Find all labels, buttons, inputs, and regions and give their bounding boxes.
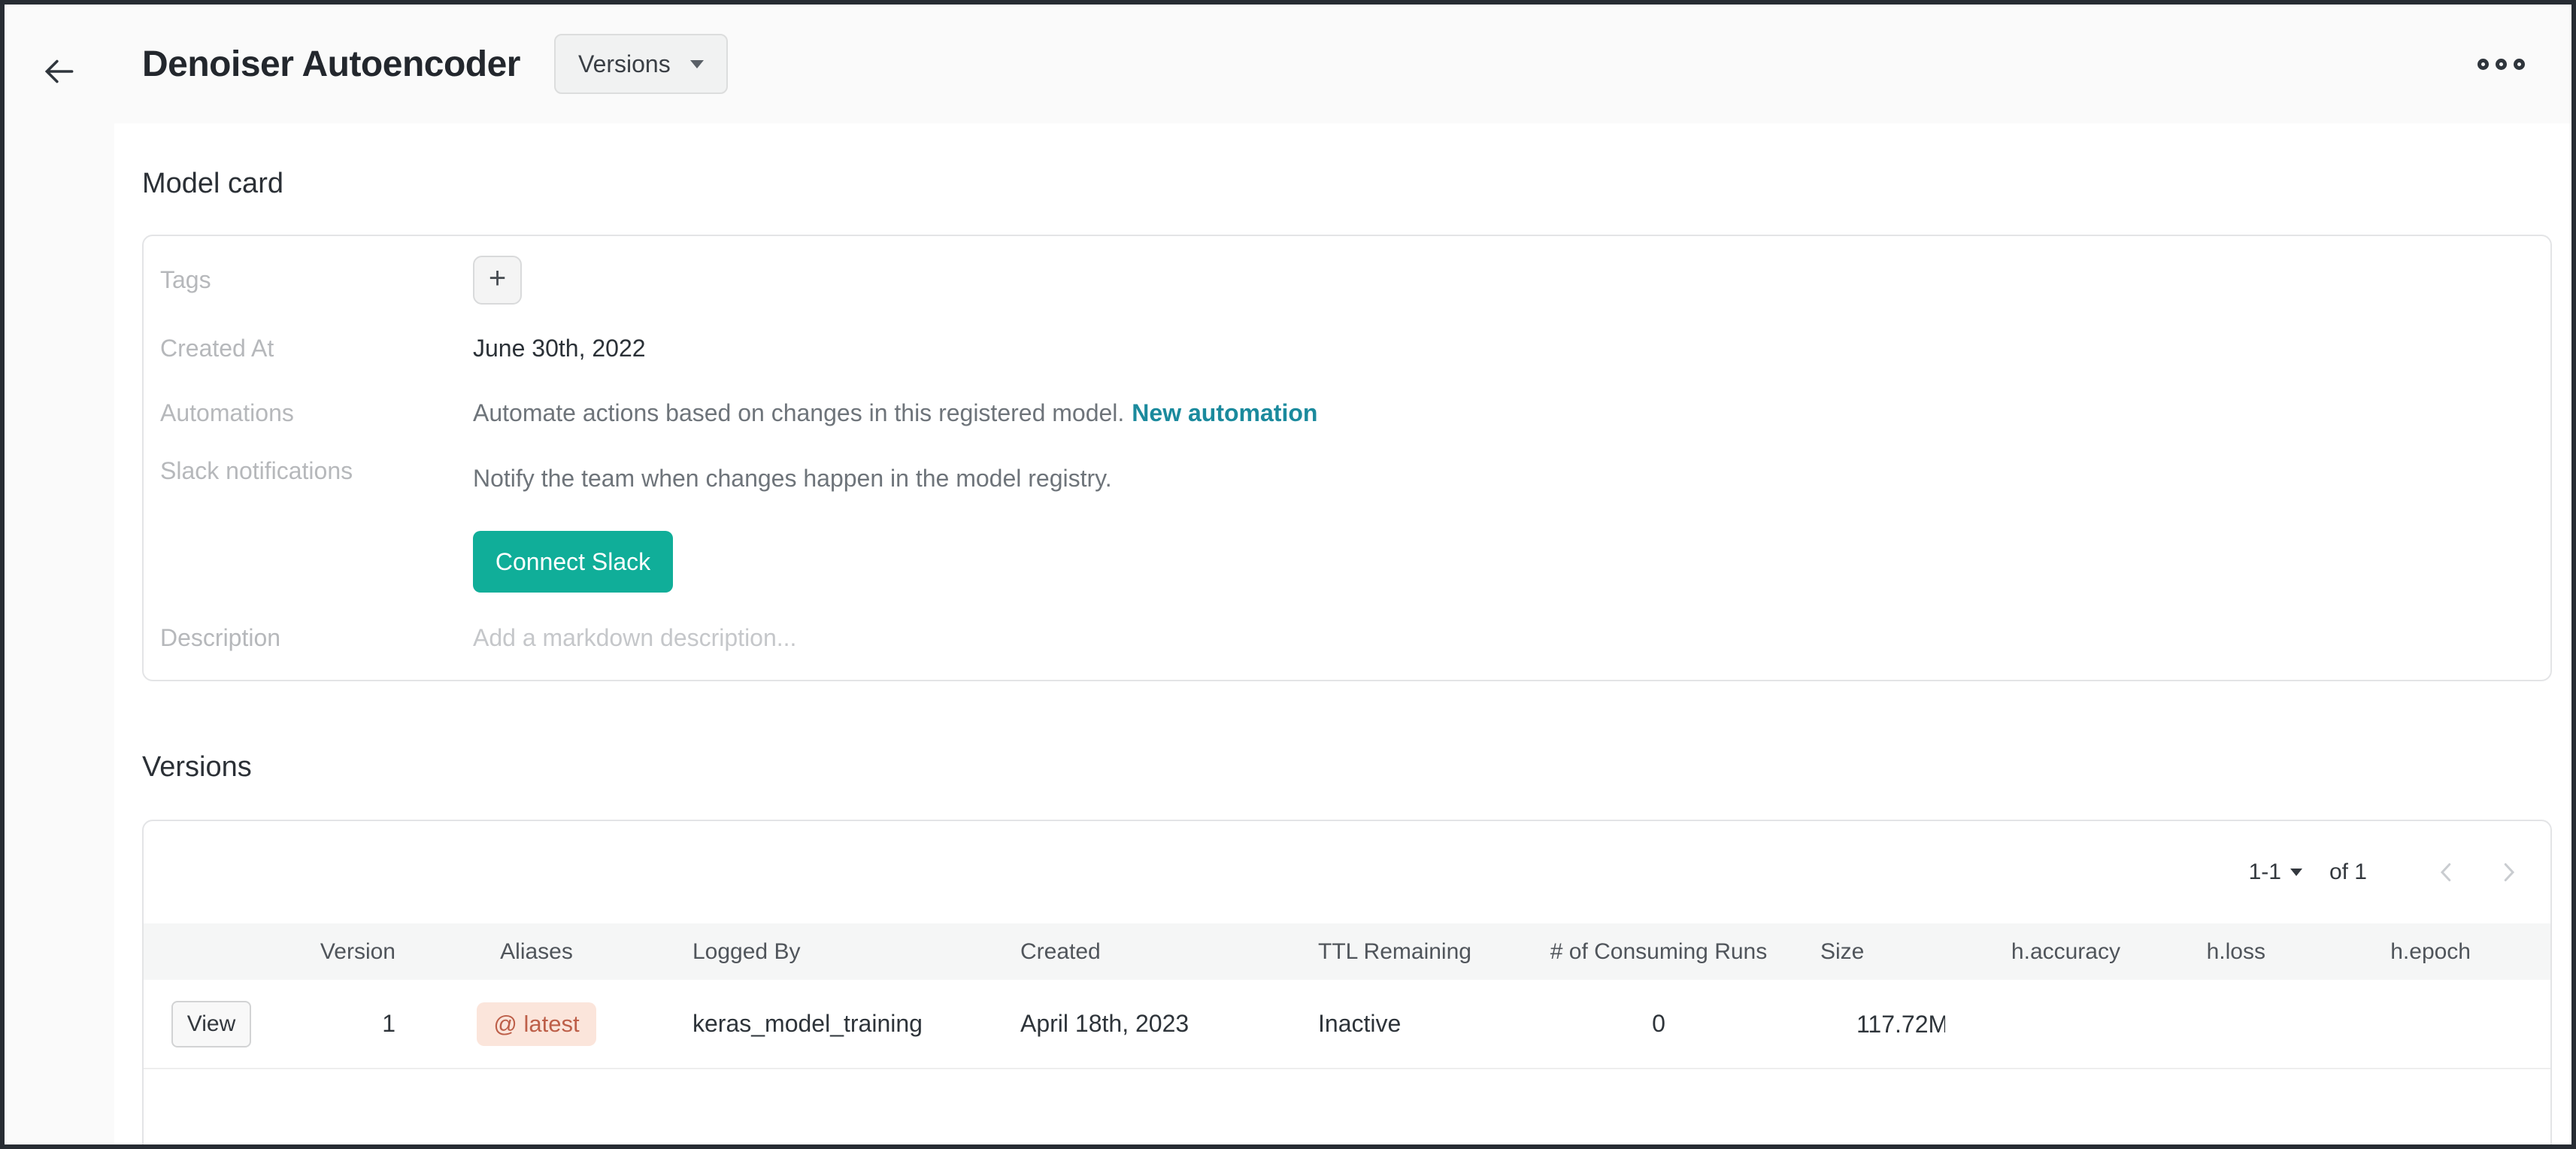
created-at-value: June 30th, 2022 — [473, 335, 646, 362]
versions-dropdown-label: Versions — [578, 50, 671, 78]
description-placeholder[interactable]: Add a markdown description... — [473, 624, 796, 652]
h-accuracy-cell — [1986, 980, 2144, 1069]
view-version-button[interactable]: View — [171, 1001, 251, 1047]
size-value: 117.72M — [1856, 1011, 1945, 1038]
size-cell: 117.72M — [1798, 980, 1986, 1069]
caret-down-icon — [2290, 869, 2302, 876]
versions-table-card: 1-1 of 1 — [142, 820, 2552, 1144]
table-row: View 1 @ latest keras_model_training Apr… — [144, 980, 2550, 1069]
automations-label: Automations — [160, 399, 473, 427]
model-card-heading: Model card — [142, 167, 2571, 200]
main-content: Model card Tags + Created At June 30th, … — [114, 123, 2571, 1144]
overflow-menu-button[interactable] — [2470, 51, 2532, 77]
add-tag-button[interactable]: + — [473, 256, 522, 305]
logged-by-cell: keras_model_training — [670, 980, 986, 1069]
column-header-h-epoch: h.epoch — [2287, 923, 2550, 980]
h-loss-cell — [2144, 980, 2287, 1069]
slack-notifications-text: Notify the team when changes happen in t… — [473, 457, 1112, 499]
column-header-size: Size — [1798, 923, 1986, 980]
column-header-aliases: Aliases — [403, 923, 670, 980]
version-cell: 1 — [279, 980, 403, 1069]
page-range-dropdown[interactable]: 1-1 — [2249, 859, 2302, 885]
consuming-runs-cell: 0 — [1520, 980, 1798, 1069]
tags-label: Tags — [160, 266, 473, 294]
new-automation-link[interactable]: New automation — [1132, 399, 1317, 426]
column-header-consuming-runs: # of Consuming Runs — [1520, 923, 1798, 980]
chevron-down-icon — [690, 60, 704, 68]
table-header-row: Version Aliases Logged By Created TTL Re… — [144, 923, 2550, 980]
sidebar — [5, 5, 114, 1144]
chevron-right-icon — [2495, 859, 2522, 886]
column-header-h-accuracy: h.accuracy — [1986, 923, 2144, 980]
slack-notifications-row: Slack notifications Notify the team when… — [144, 445, 2550, 596]
ellipsis-icon — [2478, 59, 2489, 70]
column-header-version: Version — [279, 923, 403, 980]
alias-latest-badge: @ latest — [477, 1002, 596, 1046]
automations-description: Automate actions based on changes in thi… — [473, 399, 1124, 426]
back-button[interactable] — [35, 47, 84, 96]
h-epoch-cell — [2287, 980, 2550, 1069]
automations-row: Automations Automate actions based on ch… — [144, 380, 2550, 445]
automations-text: Automate actions based on changes in thi… — [473, 392, 1317, 434]
versions-heading: Versions — [142, 750, 2571, 784]
chevron-left-icon — [2433, 859, 2460, 886]
model-card: Tags + Created At June 30th, 2022 Automa… — [142, 235, 2552, 681]
versions-table: Version Aliases Logged By Created TTL Re… — [144, 923, 2550, 1069]
description-label: Description — [160, 624, 473, 652]
next-page-button[interactable] — [2495, 859, 2522, 886]
topbar: Denoiser Autoencoder Versions — [114, 5, 2571, 123]
ellipsis-icon — [2514, 59, 2525, 70]
column-header-ttl-remaining: TTL Remaining — [1294, 923, 1520, 980]
previous-page-button[interactable] — [2433, 859, 2460, 886]
column-header-actions — [144, 923, 279, 980]
created-cell: April 18th, 2023 — [986, 980, 1294, 1069]
logged-by-run-link[interactable]: keras_model_training — [692, 1010, 923, 1037]
created-at-label: Created At — [160, 335, 473, 362]
created-at-row: Created At June 30th, 2022 — [144, 316, 2550, 380]
page-range-label: 1-1 — [2249, 859, 2281, 885]
ellipsis-icon — [2496, 59, 2507, 70]
column-header-h-loss: h.loss — [2144, 923, 2287, 980]
ttl-remaining-cell: Inactive — [1294, 980, 1520, 1069]
column-header-logged-by: Logged By — [670, 923, 986, 980]
slack-notifications-label: Slack notifications — [160, 457, 473, 485]
pagination: 1-1 of 1 — [144, 821, 2550, 923]
page-title: Denoiser Autoencoder — [142, 44, 520, 85]
tags-row: Tags + — [144, 244, 2550, 316]
page-of-label: of 1 — [2329, 859, 2367, 885]
arrow-left-icon — [41, 53, 78, 90]
versions-dropdown[interactable]: Versions — [554, 34, 728, 94]
description-row: Description Add a markdown description..… — [144, 596, 2550, 680]
connect-slack-button[interactable]: Connect Slack — [473, 531, 673, 593]
column-header-created: Created — [986, 923, 1294, 980]
